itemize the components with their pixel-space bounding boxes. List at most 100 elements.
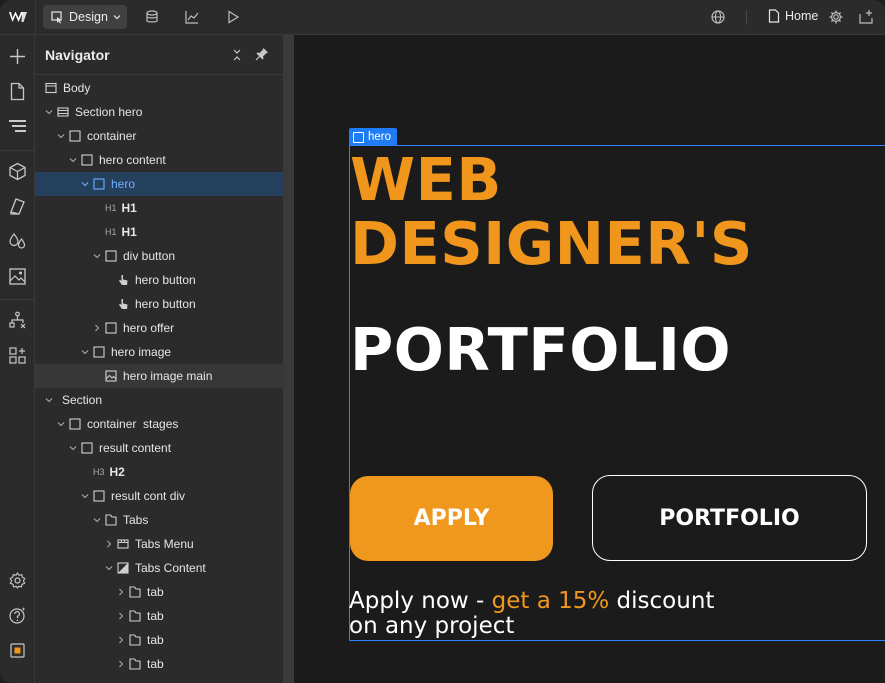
styles-icon[interactable]: [8, 197, 27, 216]
add-elements-plus-icon[interactable]: [8, 47, 27, 66]
tree-row-div-button[interactable]: div button: [35, 244, 283, 268]
left-tool-rail: [0, 35, 35, 683]
chevron-down-icon[interactable]: [80, 491, 90, 501]
chevron-right-icon[interactable]: [116, 659, 126, 669]
tree-row-label: container: [87, 129, 137, 143]
top-toolbar: Design Home: [0, 0, 885, 35]
headline-line-2: DESIGNER'S: [350, 209, 753, 278]
tree-row-section-hero[interactable]: Section hero: [35, 100, 283, 124]
tree-row-tab[interactable]: tab: [35, 580, 283, 604]
tree-row-label: tab: [147, 585, 164, 599]
tree-row-tabs[interactable]: Tabs: [35, 508, 283, 532]
tree-row-result-content[interactable]: result content: [35, 436, 283, 460]
rail-divider: [0, 299, 35, 300]
tree-row-hero-button[interactable]: hero button: [35, 292, 283, 316]
analytics-chart-icon[interactable]: [184, 9, 200, 25]
portfolio-button[interactable]: PORTFOLIO: [592, 475, 867, 561]
chevron-down-icon[interactable]: [44, 395, 54, 405]
body-icon: [45, 82, 57, 94]
assets-image-icon[interactable]: [8, 267, 27, 286]
tree-row-label: tab: [147, 633, 164, 647]
selected-element-tag[interactable]: hero: [349, 128, 398, 146]
tab-icon: [129, 610, 141, 622]
help-question-icon[interactable]: [8, 606, 27, 625]
tree-row-tabs-content[interactable]: Tabs Content: [35, 556, 283, 580]
chevron-down-icon[interactable]: [80, 347, 90, 357]
settings-gear-icon[interactable]: [8, 571, 27, 590]
webflow-logo-icon[interactable]: [8, 9, 28, 25]
chevron-right-icon[interactable]: [116, 611, 126, 621]
audit-status-icon[interactable]: [8, 641, 27, 660]
pointer-icon: [119, 275, 128, 285]
pin-icon[interactable]: [255, 47, 269, 61]
tree-row-h1[interactable]: H1 H1: [35, 196, 283, 220]
tree-row-container-stages[interactable]: container stages: [35, 412, 283, 436]
navigator-tree-icon[interactable]: [8, 117, 27, 136]
tree-row-hero-selected[interactable]: hero: [35, 172, 283, 196]
tree-row-hero-image[interactable]: hero image: [35, 340, 283, 364]
design-canvas[interactable]: hero WEB DESIGNER'S PORTFOLIO APPLY PORT…: [294, 35, 885, 683]
tree-row-container[interactable]: container: [35, 124, 283, 148]
box-icon: [69, 418, 81, 430]
section-icon: [57, 107, 69, 117]
tree-row-tab[interactable]: tab: [35, 604, 283, 628]
chevron-down-icon[interactable]: [104, 563, 114, 573]
tree-row-tab[interactable]: tab: [35, 652, 283, 676]
chevron-down-icon[interactable]: [44, 107, 54, 117]
tree-row-h1[interactable]: H1 H1: [35, 220, 283, 244]
page-selector[interactable]: Home: [768, 9, 818, 23]
collapse-all-icon[interactable]: [231, 48, 243, 62]
tree-row-label: hero image main: [123, 369, 213, 383]
box-icon: [81, 442, 93, 454]
hero-heading-accent[interactable]: WEB DESIGNER'S: [350, 148, 753, 276]
preview-play-icon[interactable]: [225, 9, 241, 25]
hero-heading[interactable]: PORTFOLIO: [350, 318, 731, 382]
chevron-right-icon[interactable]: [116, 587, 126, 597]
add-page-icon[interactable]: [858, 9, 874, 25]
chevron-right-icon[interactable]: [104, 539, 114, 549]
cursor-select-icon: [51, 10, 62, 23]
tree-row-hero-button[interactable]: hero button: [35, 268, 283, 292]
tree-row-section[interactable]: Section: [35, 388, 283, 412]
components-cube-icon[interactable]: [8, 162, 27, 181]
hero-offer-text[interactable]: Apply now - get a 15% discount on any pr…: [349, 589, 769, 639]
tree-row-hero-content[interactable]: hero content: [35, 148, 283, 172]
variables-drops-icon[interactable]: [8, 232, 27, 251]
tree-row-result-cont-div[interactable]: result cont div: [35, 484, 283, 508]
tree-row-hero-offer[interactable]: hero offer: [35, 316, 283, 340]
tree-row-label: Body: [63, 81, 91, 95]
design-mode-button[interactable]: Design: [43, 5, 127, 29]
chevron-down-icon[interactable]: [92, 251, 102, 261]
tabs-menu-icon: [117, 539, 129, 549]
box-icon: [93, 178, 105, 190]
box-icon: [105, 322, 117, 334]
logic-flow-icon[interactable]: [8, 311, 27, 330]
chevron-down-icon[interactable]: [68, 155, 78, 165]
chevron-down-icon[interactable]: [56, 419, 66, 429]
chevron-down-icon[interactable]: [68, 443, 78, 453]
tree-row-label: tab: [147, 609, 164, 623]
rail-divider: [0, 150, 35, 151]
chevron-right-icon[interactable]: [92, 323, 102, 333]
box-icon: [353, 131, 364, 143]
page-settings-gear-icon[interactable]: [828, 9, 844, 25]
tree-row-tab[interactable]: tab: [35, 628, 283, 652]
tree-row-hero-image-main[interactable]: hero image main: [35, 364, 283, 388]
tree-row-tabs-menu[interactable]: Tabs Menu: [35, 532, 283, 556]
selected-element-label: hero: [368, 131, 392, 143]
chevron-right-icon[interactable]: [116, 635, 126, 645]
chevron-down-icon[interactable]: [80, 179, 90, 189]
cms-database-icon[interactable]: [144, 9, 160, 25]
tree-row-label: Tabs Menu: [135, 537, 194, 551]
tree-row-h2[interactable]: H3 H2: [35, 460, 283, 484]
pages-icon[interactable]: [8, 82, 27, 101]
apps-grid-icon[interactable]: [8, 346, 27, 365]
chevron-down-icon[interactable]: [56, 131, 66, 141]
chevron-down-icon[interactable]: [92, 515, 102, 525]
tree-row-body[interactable]: Body: [35, 76, 283, 100]
tree-row-label: Tabs: [123, 513, 149, 527]
navigator-scrollbar[interactable]: [283, 35, 294, 683]
globe-icon[interactable]: [710, 9, 726, 25]
box-icon: [93, 346, 105, 358]
apply-button[interactable]: APPLY: [350, 476, 553, 561]
